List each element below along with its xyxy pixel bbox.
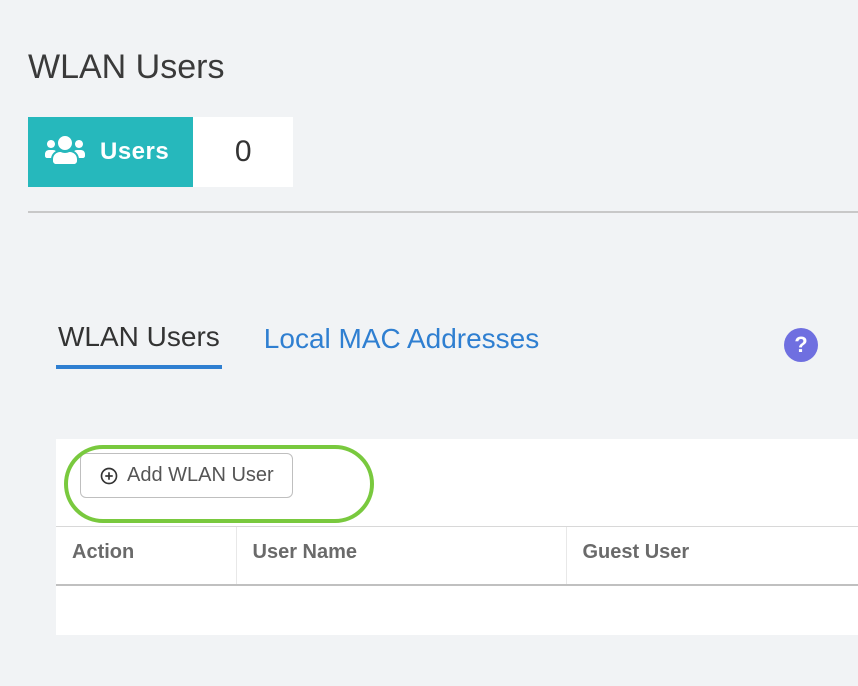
- users-stat-label: Users: [100, 138, 169, 166]
- add-wlan-user-button[interactable]: Add WLAN User: [80, 453, 293, 498]
- column-action[interactable]: Action: [56, 527, 236, 586]
- tab-row: WLAN Users Local MAC Addresses ?: [56, 321, 858, 369]
- help-icon[interactable]: ?: [784, 328, 818, 362]
- column-user-name[interactable]: User Name: [236, 527, 566, 586]
- plus-circle-icon: [99, 466, 119, 486]
- table-header-row: Action User Name Guest User: [56, 527, 858, 586]
- wlan-users-panel: Add WLAN User Action User Name Guest Use…: [56, 439, 858, 635]
- users-stat-card: Users 0: [28, 117, 858, 187]
- add-wlan-user-label: Add WLAN User: [127, 464, 274, 487]
- tab-wlan-users[interactable]: WLAN Users: [56, 321, 222, 369]
- section-divider: [28, 211, 858, 213]
- tab-local-mac-addresses[interactable]: Local MAC Addresses: [262, 323, 541, 367]
- page-title: WLAN Users: [0, 0, 858, 95]
- users-icon: [44, 134, 86, 171]
- users-stat-tile[interactable]: Users: [28, 117, 193, 187]
- wlan-users-table: Action User Name Guest User: [56, 526, 858, 635]
- users-stat-count: 0: [193, 117, 293, 187]
- table-row-empty: [56, 585, 858, 635]
- column-guest-user[interactable]: Guest User: [566, 527, 858, 586]
